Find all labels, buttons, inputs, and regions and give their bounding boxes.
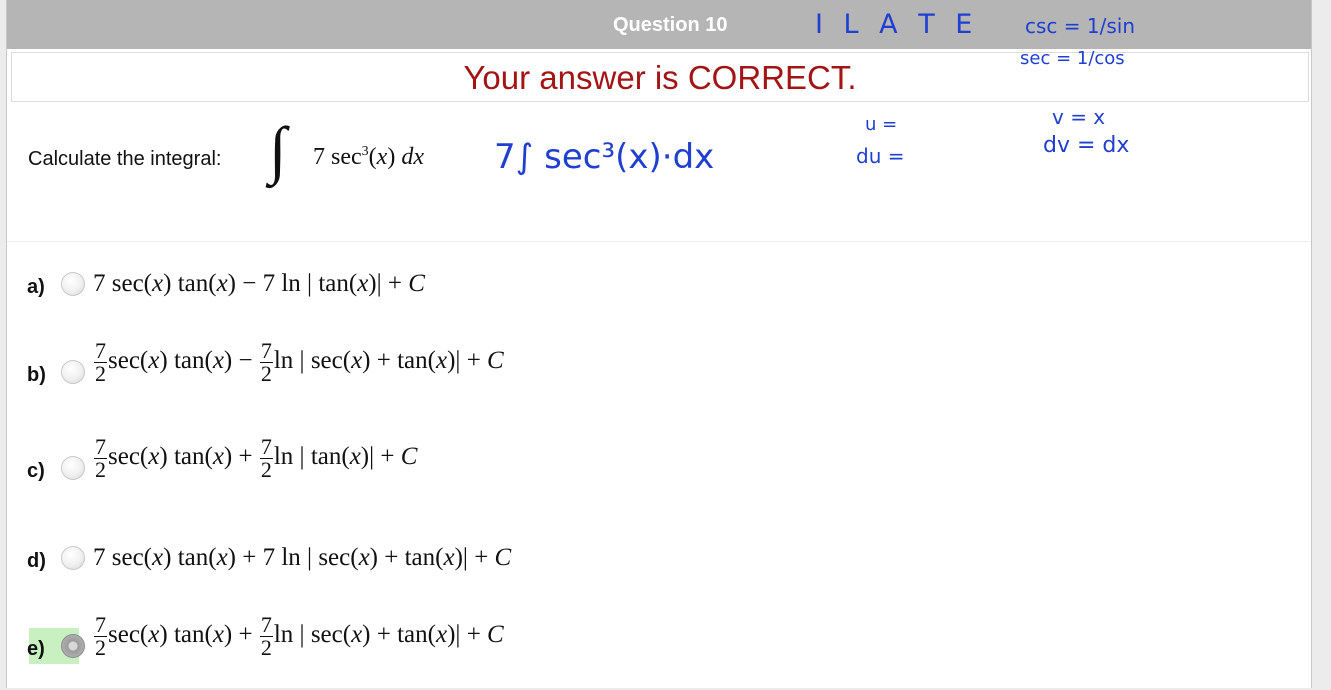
question-title: Question 10 [613,14,728,36]
integral-sign: ∫ [269,114,287,185]
option-label: b) [27,364,46,386]
radio-button[interactable] [61,360,85,384]
divider [7,241,1311,242]
radio-button-selected[interactable] [61,634,85,658]
option-label: a) [27,276,45,298]
option-label: d) [27,550,46,572]
radio-button[interactable] [61,272,85,296]
option-label: c) [27,460,45,482]
result-banner: Your answer is CORRECT. [11,52,1309,102]
option-expression: 7 2 sec(x) tan(x) + 7 2 ln | sec(x) + tan(x)… [94,612,504,660]
option-expression: 7 2 sec(x) tan(x) + 7 2 ln | tan(x)| + C [94,434,418,482]
radio-button[interactable] [61,546,85,570]
answer-option-b[interactable]: b) 7 2 sec(x) tan(x) − 7 2 ln | sec(x) + tan… [27,340,927,420]
option-expression: 7 2 sec(x) tan(x) − 7 2 ln | sec(x) + tan(x)… [94,338,504,386]
question-panel: Question 10 Your answer is CORRECT. Calc… [6,0,1312,688]
answer-option-c[interactable]: c) 7 2 sec(x) tan(x) + 7 2 ln | tan(x)| + C [27,436,927,516]
answer-option-e[interactable]: e) 7 2 sec(x) tan(x) + 7 2 ln | sec(x) + tan… [27,610,927,690]
radio-button[interactable] [61,456,85,480]
integrand: 7 sec3(x) dx [313,144,424,170]
answer-option-d[interactable]: d) 7 sec(x) tan(x) + 7 ln | sec(x) + tan… [27,536,927,616]
option-label: e) [27,638,45,660]
question-prompt: Calculate the integral: [28,148,222,170]
result-message: Your answer is CORRECT. [463,59,857,96]
option-expression: 7 sec(x) tan(x) − 7 ln | tan(x)| + C [93,270,425,297]
question-header: Question 10 [7,0,1311,49]
answer-option-a[interactable]: a) 7 sec(x) tan(x) − 7 ln | tan(x)| + C [27,262,927,342]
option-expression: 7 sec(x) tan(x) + 7 ln | sec(x) + tan(x)… [93,544,512,571]
